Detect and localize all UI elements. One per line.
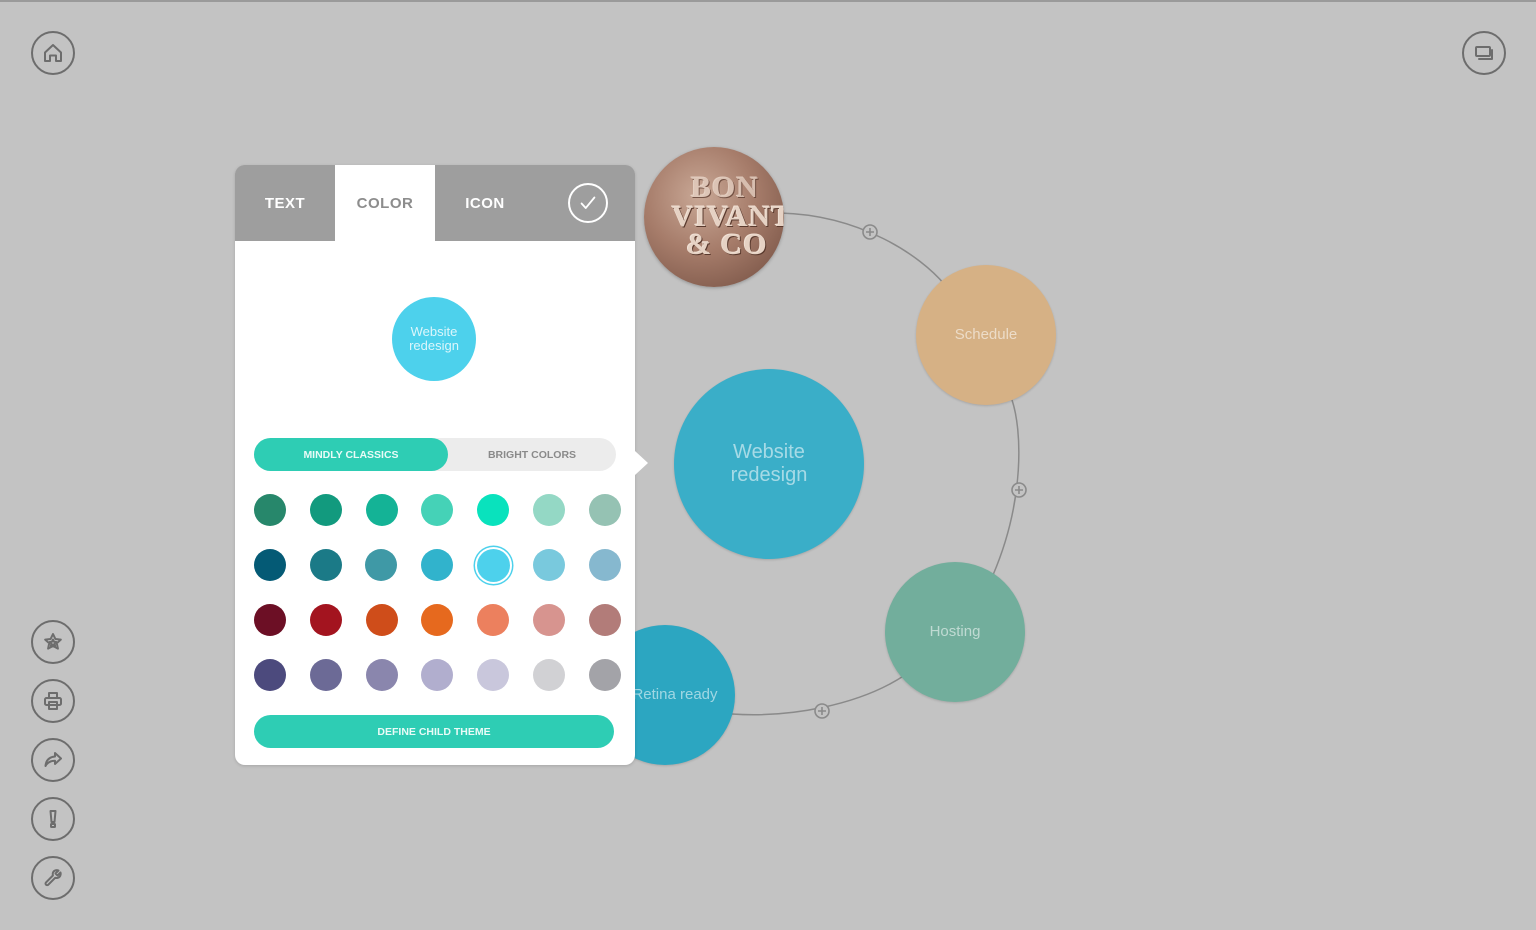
color-swatch-selected[interactable] [476,549,510,582]
color-swatch[interactable] [365,494,398,526]
node-schedule[interactable]: Schedule [916,265,1056,405]
home-icon [44,44,62,62]
wrench-icon [44,869,62,887]
node-label: Schedule [954,326,1018,344]
color-swatch[interactable] [533,549,566,581]
color-swatch[interactable] [254,549,286,581]
node-style-panel: TEXT COLOR ICON Website redesign MINDLY … [235,165,648,765]
tab-text[interactable]: TEXT [235,165,335,241]
color-swatch[interactable] [365,659,398,691]
share-icon [44,752,62,767]
tab-icon[interactable]: ICON [435,165,535,241]
color-swatch[interactable] [254,604,286,636]
color-swatch[interactable] [421,659,454,691]
home-button[interactable] [31,31,75,75]
color-swatch[interactable] [477,494,510,526]
palette-tab-mindly-classics[interactable]: MINDLY CLASSICS [254,438,448,471]
color-swatch[interactable] [477,659,510,691]
color-swatch[interactable] [533,494,566,526]
image-node-bon-vivant[interactable]: BON VIVANT & CO [644,147,784,287]
node-image-logo: BON VIVANT & CO [644,147,784,287]
node-hosting[interactable]: Hosting [885,562,1025,702]
color-swatch[interactable] [420,549,453,581]
slides-icon [1475,46,1493,60]
color-swatch[interactable] [421,494,454,526]
color-swatch[interactable] [588,604,621,636]
swatch-row [254,493,621,548]
color-swatch[interactable] [365,604,398,636]
add-node-icon[interactable] [1011,482,1027,498]
logo-line: VIVANT [671,199,784,233]
color-swatch-grid [254,493,621,713]
define-child-theme-button[interactable]: DEFINE CHILD THEME [254,715,614,748]
color-swatch[interactable] [254,494,286,526]
node-label: Hosting [929,623,981,641]
node-color-preview: Website redesign [392,297,476,381]
logo-line: & CO [686,228,768,262]
tips-button[interactable] [31,797,75,841]
color-swatch[interactable] [309,494,342,526]
swatch-row [254,548,621,603]
add-node-icon[interactable] [814,703,830,719]
color-swatch[interactable] [533,659,566,691]
print-button[interactable] [31,679,75,723]
palette-tab-bright-colors[interactable]: BRIGHT COLORS [448,438,616,471]
palette-selector: MINDLY CLASSICS BRIGHT COLORS [254,438,616,471]
color-swatch[interactable] [365,549,398,581]
color-swatch[interactable] [588,494,621,526]
color-swatch[interactable] [588,549,621,581]
confirm-button[interactable] [535,165,635,241]
logo-line: BON [690,171,759,205]
connection-line [779,212,946,286]
node-label: Website redesign [730,441,808,486]
share-button[interactable] [31,738,75,782]
center-node-website-redesign[interactable]: Website redesign [674,369,864,559]
exclamation-icon [49,810,57,828]
star-icon [44,633,62,650]
node-label: Retina ready [632,686,718,704]
panel-tabs: TEXT COLOR ICON [235,165,635,241]
preview-label: Website redesign [409,323,459,353]
swatch-row [254,603,621,658]
color-swatch[interactable] [588,659,621,691]
settings-button[interactable] [31,856,75,900]
printer-icon [44,692,62,710]
panel-pointer [635,451,648,475]
add-node-icon[interactable] [862,224,878,240]
checkmark-icon [568,183,608,223]
tab-color[interactable]: COLOR [335,165,435,241]
color-swatch[interactable] [309,604,342,636]
swatch-row [254,658,621,713]
color-swatch[interactable] [254,659,286,691]
color-swatch[interactable] [309,659,342,691]
presentation-button[interactable] [1462,31,1506,75]
favorites-button[interactable] [31,620,75,664]
color-swatch[interactable] [477,604,510,636]
color-swatch[interactable] [533,604,566,636]
color-swatch[interactable] [309,549,342,581]
color-swatch[interactable] [421,604,454,636]
